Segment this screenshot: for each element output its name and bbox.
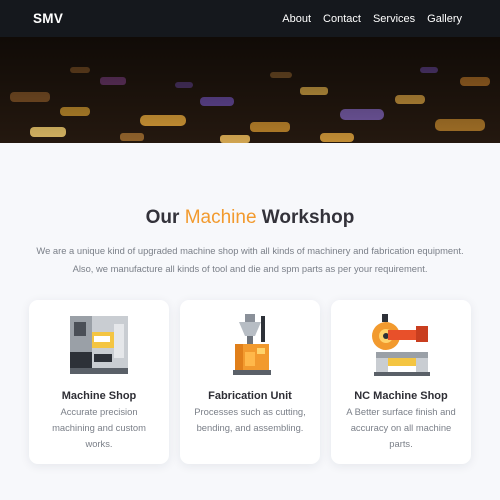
card-fabrication-unit[interactable]: Fabrication Unit Processes such as cutti…	[180, 300, 320, 464]
card-machine-shop[interactable]: Machine Shop Accurate precision machinin…	[29, 300, 169, 464]
workshop-section: Our Machine Workshop We are a unique kin…	[0, 143, 500, 500]
card-title: Fabrication Unit	[208, 390, 292, 402]
nav-link-gallery[interactable]: Gallery	[427, 13, 462, 25]
cnc-machine-icon	[70, 316, 128, 374]
nav-link-contact[interactable]: Contact	[323, 13, 361, 25]
card-text: Accurate precision machining and custom …	[52, 406, 146, 449]
title-prefix: Our	[145, 207, 185, 228]
hero-banner-image	[0, 37, 500, 143]
section-description: We are a unique kind of upgraded machine…	[36, 245, 464, 274]
title-accent: Machine	[184, 207, 257, 228]
nav-link-services[interactable]: Services	[373, 13, 415, 25]
navbar: SMV About Contact Services Gallery	[0, 0, 500, 37]
nav-link-about[interactable]: About	[282, 13, 311, 25]
card-text: A Better surface finish and accuracy on …	[346, 406, 456, 449]
title-suffix: Workshop	[256, 207, 355, 228]
card-nc-machine-shop[interactable]: NC Machine Shop A Better surface finish …	[331, 300, 471, 464]
card-title: NC Machine Shop	[354, 390, 448, 402]
section-title: Our Machine Workshop	[0, 207, 500, 229]
saw-machine-icon	[372, 314, 430, 376]
brand-logo[interactable]: SMV	[33, 11, 63, 26]
nav-links: About Contact Services Gallery	[282, 13, 462, 25]
card-title: Machine Shop	[61, 390, 137, 402]
card-text: Processes such as cutting, bending, and …	[194, 406, 306, 433]
fabrication-machine-icon	[233, 314, 271, 375]
